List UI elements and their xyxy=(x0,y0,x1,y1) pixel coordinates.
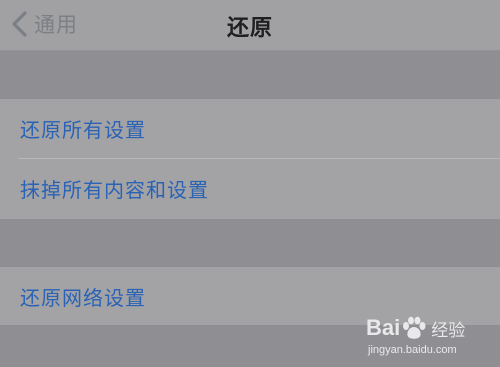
erase-all-content-cell[interactable]: 抹掉所有内容和设置 xyxy=(0,159,500,218)
watermark-brand-right: 经验 xyxy=(431,320,466,341)
watermark-logo: Bai 经验 xyxy=(366,314,486,342)
erase-all-content-label: 抹掉所有内容和设置 xyxy=(20,178,209,202)
baidu-paw-icon xyxy=(401,316,427,340)
reset-all-settings-label: 还原所有设置 xyxy=(20,118,146,142)
page-title: 还原 xyxy=(226,16,273,41)
reset-all-settings-cell[interactable]: 还原所有设置 xyxy=(0,99,500,158)
reset-network-settings-label: 还原网络设置 xyxy=(20,286,146,310)
watermark-brand-left: Bai xyxy=(366,315,401,340)
navigation-bar: 通用 还原 xyxy=(0,0,500,51)
watermark-url: jingyan.baidu.com xyxy=(368,344,457,356)
settings-group-reset: 还原所有设置 抹掉所有内容和设置 xyxy=(0,99,500,219)
watermark: Bai 经验 jingyan.baidu.com xyxy=(366,314,486,360)
